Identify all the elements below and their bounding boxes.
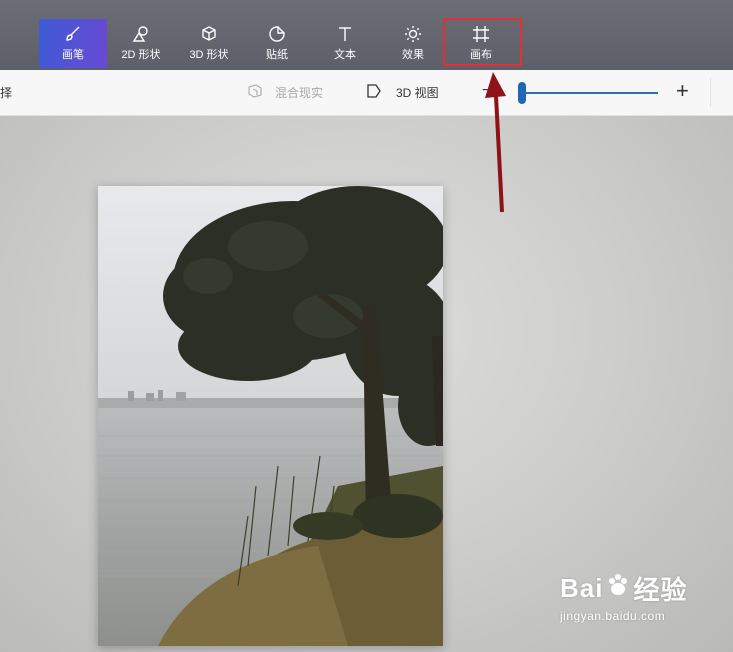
view-3d-button[interactable]: 3D 视图 xyxy=(366,83,439,102)
brush-icon xyxy=(64,25,82,43)
tool-3d-shapes[interactable]: 3D 形状 xyxy=(175,19,243,68)
3d-shapes-icon xyxy=(200,25,218,43)
tool-text[interactable]: 文本 xyxy=(311,19,379,68)
secondary-toolbar: 择 混合现实 3D 视图 − + xyxy=(0,70,733,116)
watermark-url: jingyan.baidu.com xyxy=(560,609,666,623)
text-icon xyxy=(336,25,354,43)
highlight-box xyxy=(443,18,522,66)
tool-2d-shapes[interactable]: 2D 形状 xyxy=(107,19,175,68)
view-3d-icon xyxy=(366,83,382,102)
tool-stickers[interactable]: 贴纸 xyxy=(243,19,311,68)
view-3d-label: 3D 视图 xyxy=(396,86,439,100)
tool-label: 3D 形状 xyxy=(189,49,229,61)
stickers-icon xyxy=(268,25,286,43)
toolbar-divider xyxy=(710,78,711,107)
effects-icon xyxy=(404,25,422,43)
top-toolbar: 画笔 2D 形状 3D 形状 贴纸 文本 效果 画布 xyxy=(0,0,733,70)
select-label-partial[interactable]: 择 xyxy=(0,84,12,101)
tool-brush[interactable]: 画笔 xyxy=(39,19,107,68)
tool-label: 贴纸 xyxy=(266,49,288,61)
mixed-reality-icon xyxy=(247,83,263,102)
tool-label: 画笔 xyxy=(62,49,84,61)
zoom-slider-thumb[interactable] xyxy=(518,82,526,104)
tool-effects[interactable]: 效果 xyxy=(379,19,447,68)
tool-label: 2D 形状 xyxy=(121,49,161,61)
mixed-reality-button[interactable]: 混合现实 xyxy=(247,83,323,102)
2d-shapes-icon xyxy=(132,25,150,43)
watermark-brand-right: 经验 xyxy=(633,575,688,605)
paw-icon xyxy=(605,572,631,605)
baidu-watermark: Bai 经验 jingyan.baidu.com xyxy=(560,570,730,640)
zoom-slider-track[interactable] xyxy=(522,92,658,94)
zoom-in-button[interactable]: + xyxy=(676,78,689,104)
canvas-photo[interactable] xyxy=(98,186,443,646)
tool-label: 文本 xyxy=(334,49,356,61)
tool-label: 效果 xyxy=(402,49,424,61)
watermark-brand-left: Bai xyxy=(560,573,604,603)
zoom-out-button[interactable]: − xyxy=(482,82,491,100)
mixed-reality-label: 混合现实 xyxy=(275,86,324,100)
